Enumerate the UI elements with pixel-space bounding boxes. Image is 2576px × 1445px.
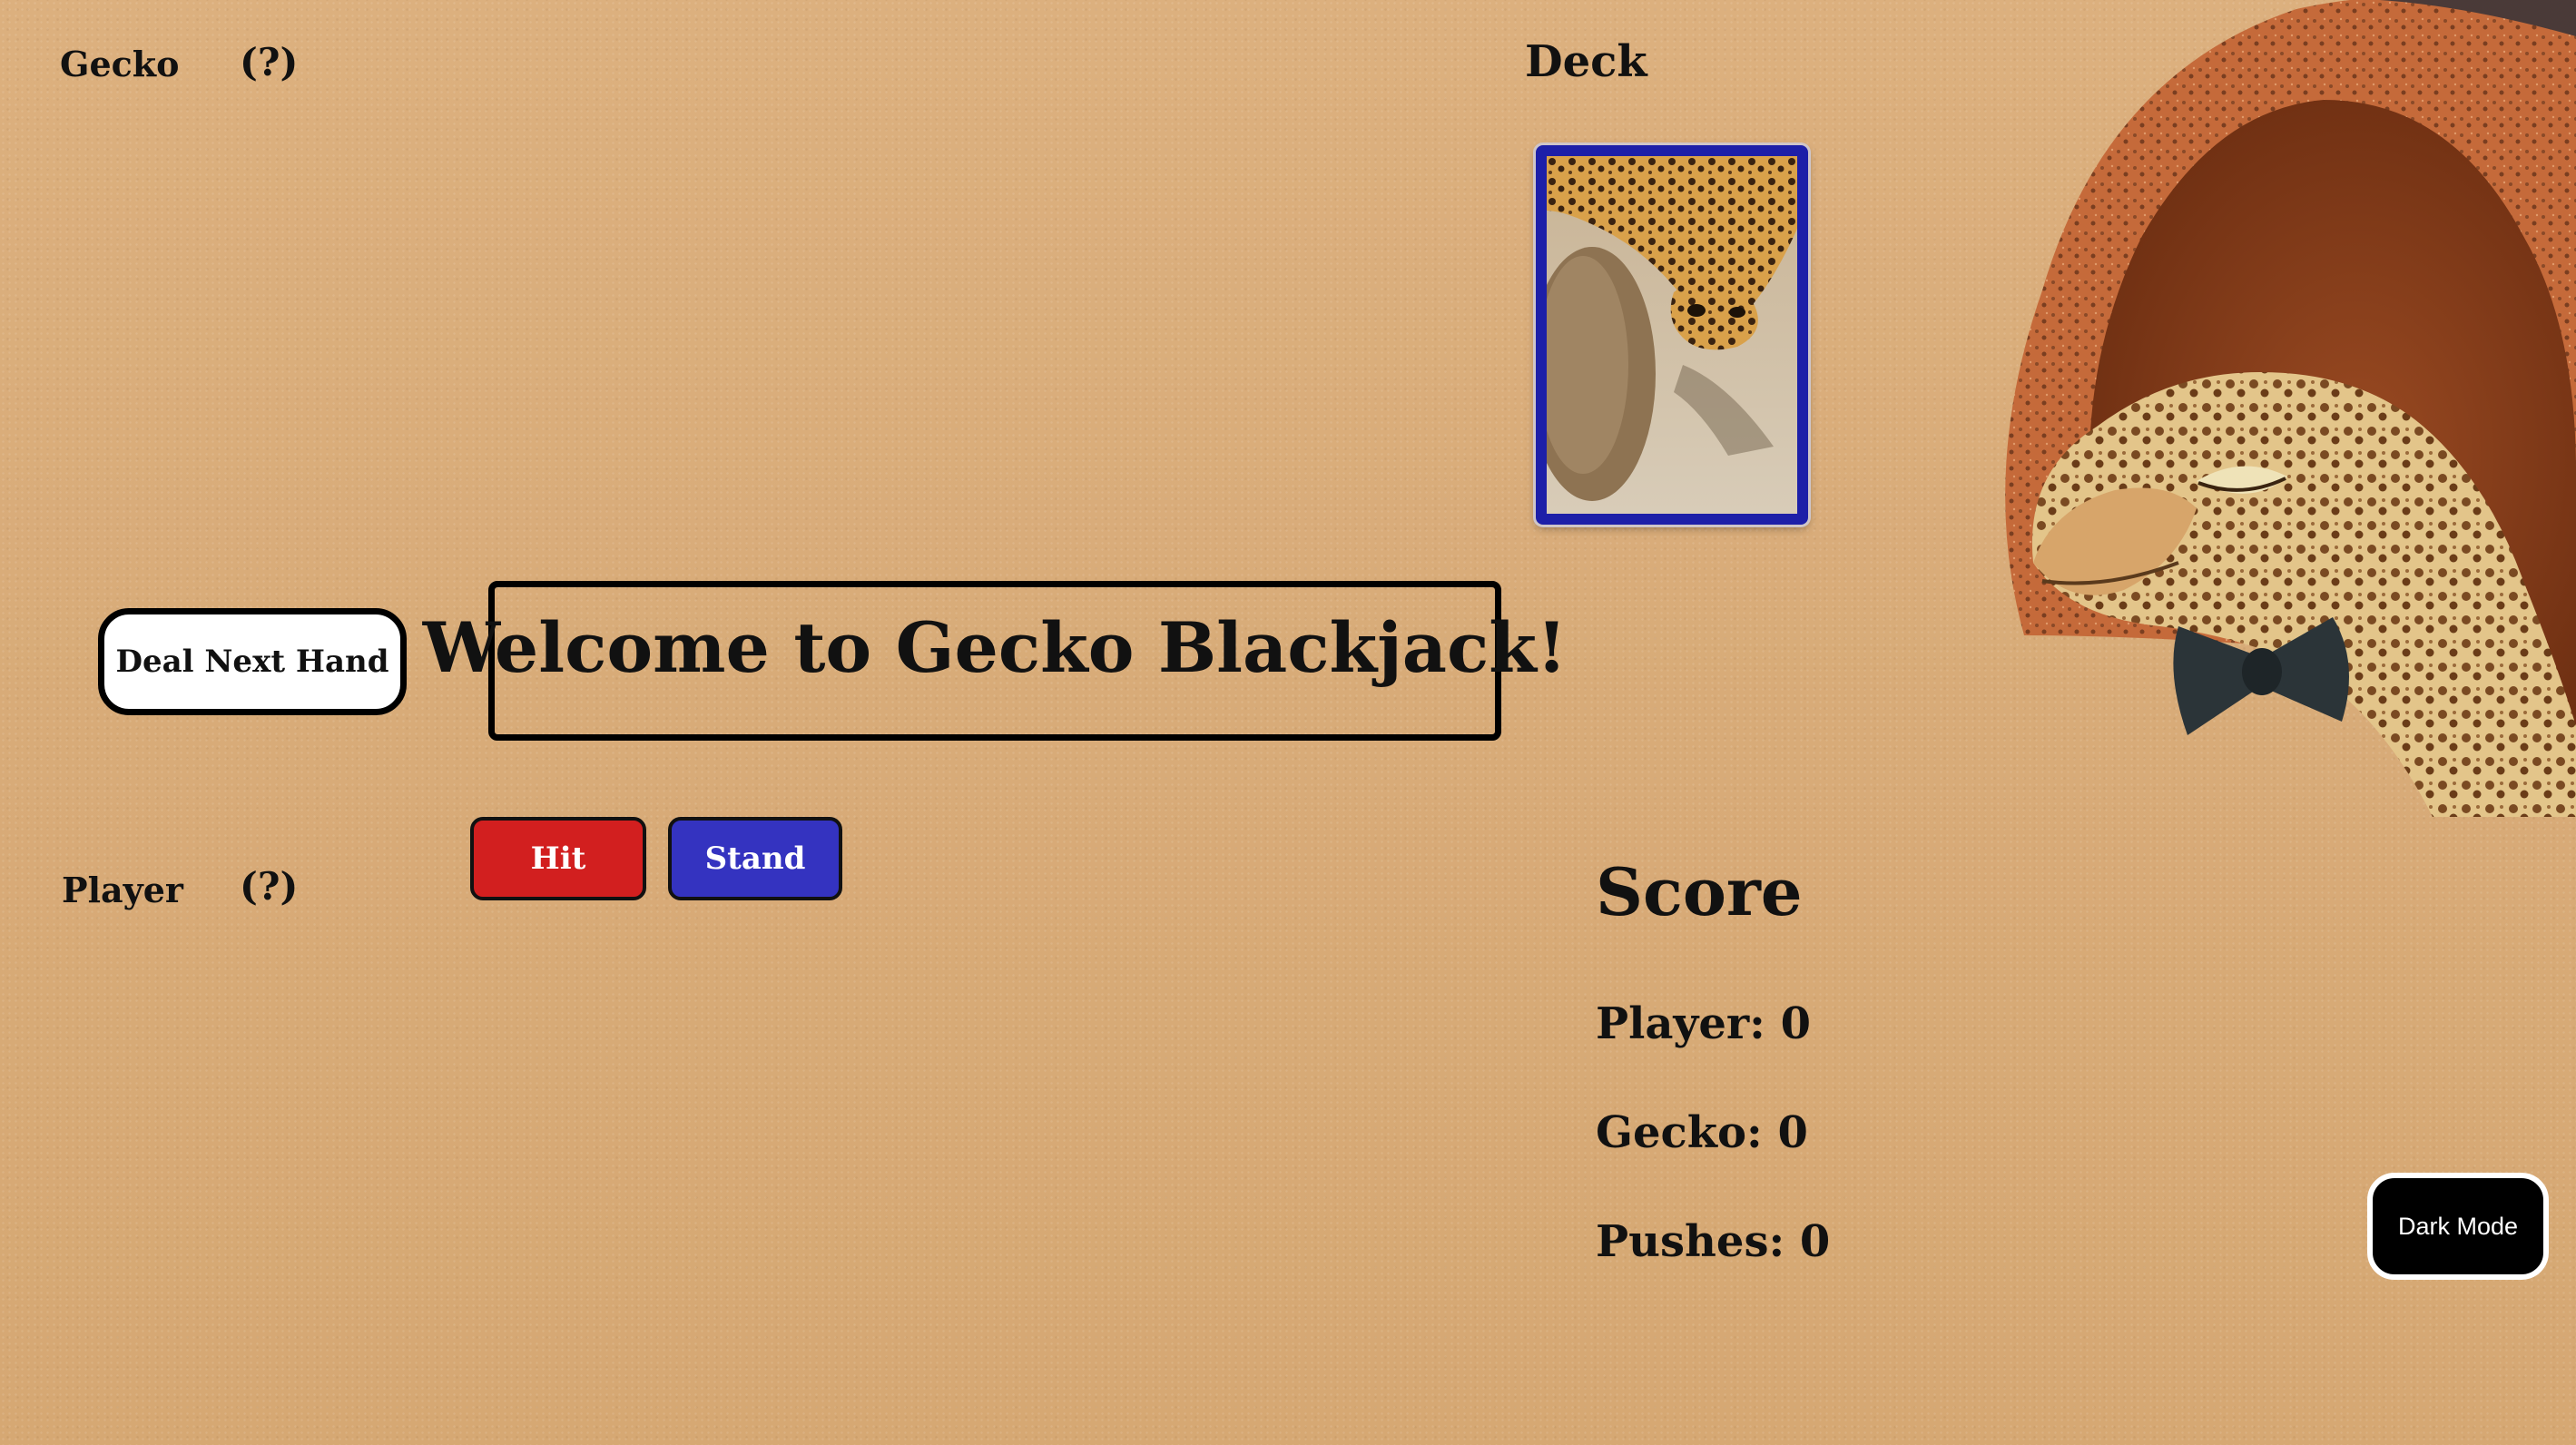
dark-mode-button[interactable]: Dark Mode <box>2367 1173 2549 1280</box>
player-label: Player <box>62 870 183 910</box>
dealer-hand-total: (?) <box>240 40 299 84</box>
score-player: Player: 0 <box>1596 998 1811 1049</box>
hit-button[interactable]: Hit <box>470 817 646 900</box>
dealer-label: Gecko <box>60 44 180 84</box>
welcome-message: Welcome to Gecko Blackjack! <box>422 607 1568 688</box>
stand-button[interactable]: Stand <box>668 817 842 900</box>
player-hand-total: (?) <box>240 864 299 909</box>
score-pushes: Pushes: 0 <box>1596 1216 1831 1267</box>
deck-label: Deck <box>1525 36 1647 87</box>
gecko-card-back-illustration <box>1547 156 1797 514</box>
score-gecko: Gecko: 0 <box>1596 1107 1808 1158</box>
deal-next-hand-button[interactable]: Deal Next Hand <box>98 608 407 715</box>
score-heading: Score <box>1596 853 1803 930</box>
message-box: Welcome to Gecko Blackjack! <box>423 581 1567 741</box>
deck-card-back <box>1536 145 1808 525</box>
gecko-mascot-image <box>2005 0 2576 817</box>
